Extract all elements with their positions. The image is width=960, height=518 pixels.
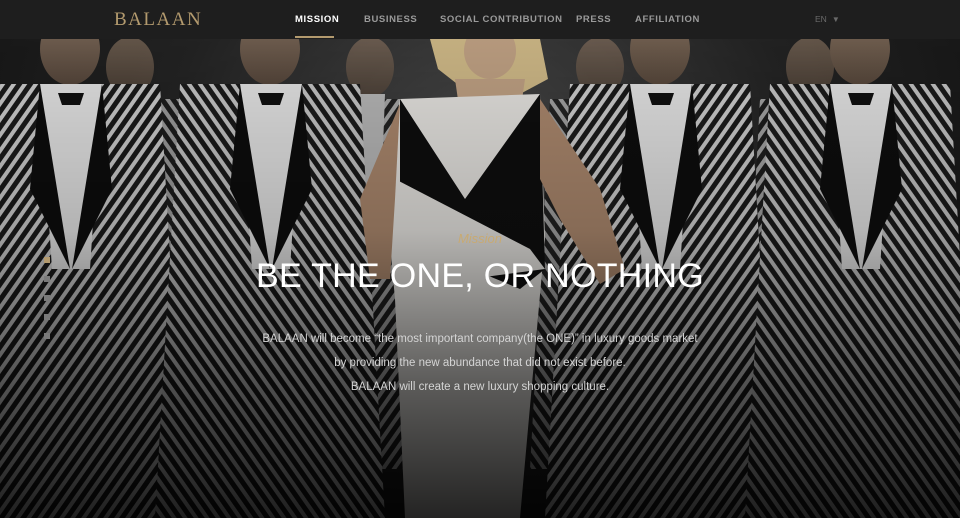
nav-item-press[interactable]: PRESS bbox=[576, 14, 611, 25]
hero-headline: BE THE ONE, OR NOTHING bbox=[255, 257, 705, 295]
language-label: EN bbox=[815, 14, 827, 24]
top-navigation-bar: BALAAN MISSION BUSINESS SOCIAL CONTRIBUT… bbox=[0, 0, 960, 39]
nav-item-mission[interactable]: MISSION bbox=[295, 14, 339, 25]
language-selector[interactable]: EN ▼ bbox=[815, 14, 840, 24]
active-nav-underline bbox=[295, 36, 334, 38]
description-line-2: by providing the new abundance that did … bbox=[334, 357, 626, 369]
section-eyebrow: Mission bbox=[457, 231, 503, 246]
slide-dot-4[interactable] bbox=[44, 314, 50, 320]
description-line-1: BALAAN will become “the most important c… bbox=[262, 333, 698, 345]
nav-item-business[interactable]: BUSINESS bbox=[364, 14, 417, 25]
caret-down-icon: ▼ bbox=[831, 15, 840, 24]
hero-section: Mission BE THE ONE, OR NOTHING BALAAN wi… bbox=[0, 39, 960, 518]
nav-item-affiliation[interactable]: AFFILIATION bbox=[635, 14, 700, 25]
page: BALAAN MISSION BUSINESS SOCIAL CONTRIBUT… bbox=[0, 0, 960, 518]
nav-item-social-contribution[interactable]: SOCIAL CONTRIBUTION bbox=[440, 14, 563, 25]
hero-description: BALAAN will become “the most important c… bbox=[0, 327, 960, 399]
description-line-3: BALAAN will create a new luxury shopping… bbox=[350, 381, 610, 393]
